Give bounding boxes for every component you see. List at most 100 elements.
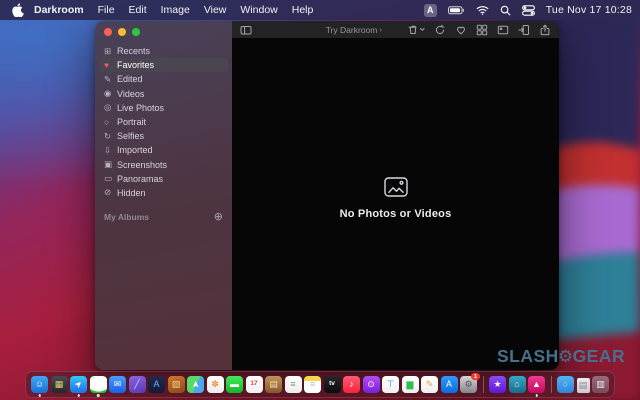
sidebar-item-label: Selfies [117,131,144,141]
menu-edit[interactable]: Edit [129,4,147,16]
dock-calendar-icon[interactable]: 17 [246,376,263,393]
sidebar-item-portrait[interactable]: ○Portrait [99,115,228,129]
battery-icon[interactable] [448,6,465,15]
dock-glyph: tv [329,381,335,388]
dock-glyph: ⊤ [387,380,395,389]
menu-window[interactable]: Window [240,4,277,16]
control-center-icon[interactable] [522,5,535,16]
minimize-button[interactable] [118,28,126,36]
dock-app-store-icon[interactable]: A [441,376,458,393]
dock-keynote-icon[interactable]: ⊤ [382,376,399,393]
slashgear-watermark: SLASH ⚙ GEAR [497,346,625,367]
sidebar-item-live-photos[interactable]: ◎Live Photos [99,101,228,115]
menu-bar-clock[interactable]: Tue Nov 17 10:28 [546,4,632,16]
photos-content-area: Try Darkroom › No Photos or Videos [232,21,559,370]
dock-glyph: ☺ [35,380,44,389]
dock-messages-icon[interactable] [90,376,107,393]
add-album-button[interactable]: ⊕ [214,210,223,223]
sidebar-item-favorites[interactable]: ♥Favorites [99,58,228,72]
dock-pages-icon[interactable]: ✎ [421,376,438,393]
menu-help[interactable]: Help [292,4,314,16]
menu-file[interactable]: File [98,4,115,16]
dock-trash-icon[interactable]: ▥ [592,376,609,393]
dock-glyph: ▬ [230,380,239,389]
empty-state-message: No Photos or Videos [340,208,452,220]
menu-bar: Darkroom File Edit Image View Window Help A T… [0,0,640,20]
dock-launchpad-icon[interactable]: ▦ [51,376,68,393]
dock-affinity-photo-icon[interactable]: A [148,376,165,393]
active-app-name[interactable]: Darkroom [34,4,84,16]
dock-podcasts-icon[interactable]: ⊙ [363,376,380,393]
dock-glyph: ➤ [73,379,85,391]
dock-glyph: ▤ [269,380,278,389]
menu-image[interactable]: Image [161,4,190,16]
sidebar-item-hidden[interactable]: ⊘Hidden [99,186,228,200]
dock-reminders-icon[interactable]: ≡ [285,376,302,393]
sidebar-item-label: Imported [117,145,153,155]
dock-facetime-icon[interactable]: ▬ [226,376,243,393]
dock-separator [483,376,484,393]
dock-glyph: ≡ [310,380,315,389]
sidebar-item-imported[interactable]: ⇩Imported [99,143,228,157]
videos-icon: ◉ [104,88,117,99]
sidebar-item-label: Recents [117,46,150,56]
menu-view[interactable]: View [204,4,227,16]
running-indicator [77,394,80,397]
apple-menu-icon[interactable] [12,3,24,17]
dock-mail-icon[interactable]: ✉ [109,376,126,393]
dock-glyph: ✎ [426,380,434,389]
dock-glyph: ▤ [579,381,588,390]
dock-separator [551,376,552,393]
dock-finder-icon[interactable]: ☺ [31,376,48,393]
dock-purple-stripes-app-icon[interactable]: ╱ [129,376,146,393]
dock-purple-star-app-icon[interactable]: ★ [489,376,506,393]
dock-tv-icon[interactable]: tv [324,376,341,393]
zoom-button[interactable] [132,28,140,36]
input-source-icon[interactable]: A [424,4,437,17]
dock-safari-icon[interactable]: ➤ [70,376,87,393]
wifi-icon[interactable] [476,5,489,15]
photo-placeholder-icon [383,174,409,200]
dock-notes-icon[interactable]: ≡ [304,376,321,393]
dock-darkroom-icon[interactable]: ▲ [528,376,545,393]
dock-glyph: ▦ [55,380,64,389]
panoramas-icon: ▭ [104,173,117,184]
dock-system-preferences-icon[interactable]: ⚙1 [460,376,477,393]
my-albums-header: My Albums [104,212,149,222]
window-sidebar: ⊞Recents♥Favorites✎Edited◉Videos◎Live Ph… [95,21,232,370]
dock-photos-icon[interactable]: ✽ [207,376,224,393]
search-icon[interactable] [500,5,511,16]
dock-glyph: ▆ [407,380,414,389]
recents-icon: ⊞ [104,46,117,57]
sidebar-item-selfies[interactable]: ↻Selfies [99,129,228,143]
sidebar-item-panoramas[interactable]: ▭Panoramas [99,172,228,186]
dock-document-icon[interactable]: ▤ [577,378,590,393]
sidebar-item-label: Live Photos [117,103,164,113]
close-button[interactable] [104,28,112,36]
imported-icon: ⇩ [104,145,117,156]
sidebar-item-label: Portrait [117,117,146,127]
sidebar-item-videos[interactable]: ◉Videos [99,87,228,101]
dock-glyph: ⊙ [367,380,375,389]
dock-glyph: A [446,380,452,389]
dock-maps-icon[interactable]: ➤ [187,376,204,393]
sidebar-item-recents[interactable]: ⊞Recents [99,44,228,58]
sidebar-item-label: Screenshots [117,160,167,170]
sidebar-item-edited[interactable]: ✎Edited [99,72,228,86]
dock-downloads-folder-icon[interactable]: ○ [557,376,574,393]
sidebar-item-label: Favorites [117,60,154,70]
selfies-icon: ↻ [104,131,117,142]
dock-glyph: ➤ [191,381,200,389]
dock-glyph: ⌂ [514,380,519,389]
dock-glyph: ≡ [290,380,295,389]
dock-numbers-icon[interactable]: ▆ [402,376,419,393]
dock-contacts-icon[interactable]: ▤ [265,376,282,393]
dock-orange-striped-app-icon[interactable]: ▨ [168,376,185,393]
dock-city-app-icon[interactable]: ⌂ [509,376,526,393]
running-indicator [38,394,41,397]
sidebar-item-screenshots[interactable]: ▣Screenshots [99,158,228,172]
dock-glyph: 17 [250,381,257,388]
dock-glyph: ○ [563,380,568,389]
dock-music-icon[interactable]: ♪ [343,376,360,393]
dock-glyph: ▥ [596,380,605,389]
